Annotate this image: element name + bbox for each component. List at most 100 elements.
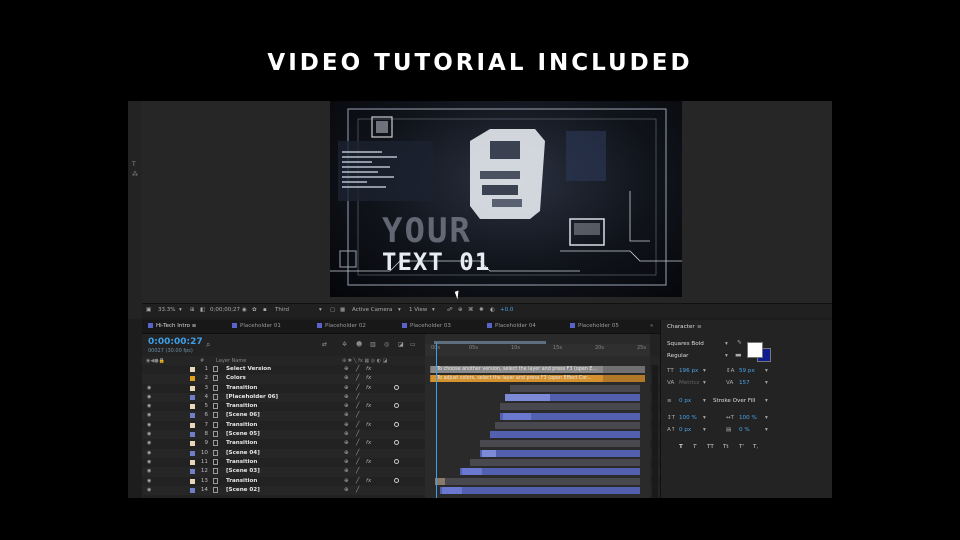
label-color-swatch[interactable]: [190, 487, 195, 493]
chevron-down-icon[interactable]: ▾: [703, 415, 706, 421]
visibility-eye-icon[interactable]: ◉: [147, 478, 152, 484]
label-color-swatch[interactable]: [190, 422, 195, 428]
shy-switch-icon[interactable]: ⊕: [344, 385, 349, 391]
layer-duration-bar[interactable]: [480, 440, 640, 448]
font-family-select[interactable]: Squares Bold: [667, 341, 704, 347]
shy-switch-icon[interactable]: ⊕: [344, 440, 349, 446]
visibility-eye-icon[interactable]: ◉: [147, 422, 152, 428]
timeline-scrollbar[interactable]: [652, 365, 658, 498]
layer-duration-bar[interactable]: [490, 431, 640, 439]
visibility-eye-icon[interactable]: ◉: [147, 385, 152, 391]
layer-name[interactable]: Transition: [226, 385, 257, 391]
quality-switch-icon[interactable]: ╱: [356, 440, 359, 446]
adjustment-layer-icon[interactable]: [394, 477, 399, 483]
chevron-down-icon[interactable]: ▾: [765, 427, 768, 433]
view-layout-select[interactable]: 1 View: [409, 307, 427, 313]
composition-mini-flowchart-icon[interactable]: ⇄: [322, 341, 327, 348]
tab-placeholder-01[interactable]: Placeholder 01: [232, 323, 281, 329]
tsume-value[interactable]: 0 %: [739, 427, 750, 433]
zoom-select[interactable]: 33.3%: [158, 307, 175, 313]
baseline-shift-value[interactable]: 0 px: [679, 427, 691, 433]
quality-switch-icon[interactable]: ╱: [356, 468, 359, 474]
layer-name[interactable]: Colors: [226, 375, 246, 381]
tab-placeholder-05[interactable]: Placeholder 05: [570, 323, 619, 329]
channel-icon[interactable]: ✿: [252, 307, 257, 313]
shy-switch-icon[interactable]: ⊕: [344, 394, 349, 400]
viewer-timecode[interactable]: 0;00;00;27: [210, 307, 240, 313]
horizontal-scale-value[interactable]: 100 %: [739, 415, 757, 421]
graph-icon[interactable]: ▭: [410, 341, 416, 348]
playhead[interactable]: [436, 343, 437, 498]
layer-name[interactable]: [Scene 03]: [226, 468, 260, 474]
layer-duration-bar[interactable]: [480, 449, 640, 457]
safe-area-icon[interactable]: ⊞: [190, 307, 195, 313]
superscript-button[interactable]: T': [739, 444, 744, 450]
font-style-select[interactable]: Regular: [667, 353, 688, 359]
visibility-eye-icon[interactable]: ◉: [147, 394, 152, 400]
layer-name[interactable]: Transition: [226, 459, 257, 465]
fx-switch-icon[interactable]: fx: [366, 375, 371, 381]
shy-switch-icon[interactable]: ⊕: [344, 450, 349, 456]
chevron-down-icon[interactable]: ▾: [765, 380, 768, 386]
visibility-eye-icon[interactable]: ◉: [147, 487, 152, 493]
chevron-down-icon[interactable]: ▾: [703, 368, 706, 374]
quality-switch-icon[interactable]: ╱: [356, 394, 359, 400]
chevron-down-icon[interactable]: ▾: [765, 368, 768, 374]
layer-duration-bar[interactable]: [435, 477, 640, 485]
quality-switch-icon[interactable]: ╱: [356, 385, 359, 391]
chevron-down-icon[interactable]: ▾: [398, 307, 401, 313]
shy-switch-icon[interactable]: ⊕: [344, 478, 349, 484]
fx-switch-icon[interactable]: fx: [366, 422, 371, 428]
resolution-select[interactable]: Third: [275, 307, 289, 313]
shy-layers-icon[interactable]: ☻: [356, 341, 362, 348]
tab-placeholder-04[interactable]: Placeholder 04: [487, 323, 536, 329]
adjustment-layer-icon[interactable]: [394, 440, 399, 446]
label-color-swatch[interactable]: [190, 404, 195, 410]
chevron-down-icon[interactable]: ▾: [432, 307, 435, 313]
faux-italic-button[interactable]: T: [693, 444, 696, 450]
timeline-graph[interactable]: 00s 05s 10s 15s 20s 25s To choose anothe…: [425, 334, 650, 498]
tab-placeholder-02[interactable]: Placeholder 02: [317, 323, 366, 329]
adjustment-layer-icon[interactable]: [394, 458, 399, 464]
layer-duration-bar[interactable]: [495, 421, 640, 429]
layer-duration-highlight[interactable]: [505, 393, 550, 401]
time-ruler[interactable]: 00s 05s 10s 15s 20s 25s: [425, 344, 650, 356]
layer-name[interactable]: [Placeholder 06]: [226, 394, 278, 400]
chevron-down-icon[interactable]: ▾: [765, 415, 768, 421]
quality-switch-icon[interactable]: ╱: [356, 431, 359, 437]
reset-exposure-icon[interactable]: ✺: [479, 307, 484, 313]
puppet-icon[interactable]: ⁂: [132, 171, 138, 178]
vertical-scale-value[interactable]: 100 %: [679, 415, 697, 421]
label-color-swatch[interactable]: [190, 469, 195, 475]
roi-icon[interactable]: ▢: [330, 307, 335, 313]
search-icon[interactable]: ⌕: [206, 340, 210, 350]
composition-viewer[interactable]: YOUR TEXT 01: [142, 101, 832, 303]
flowchart-icon[interactable]: ⊕: [458, 307, 463, 313]
subscript-button[interactable]: T,: [753, 444, 758, 450]
camera-select[interactable]: Active Camera: [352, 307, 392, 313]
chevron-down-icon[interactable]: ▾: [725, 341, 728, 347]
shy-switch-icon[interactable]: ⊕: [344, 468, 349, 474]
shy-switch-icon[interactable]: ⊕: [344, 422, 349, 428]
snapshot-icon[interactable]: ◉: [242, 307, 247, 313]
label-color-swatch[interactable]: [190, 450, 195, 456]
quality-switch-icon[interactable]: ╱: [356, 422, 359, 428]
quality-switch-icon[interactable]: ╱: [356, 478, 359, 484]
frame-blending-icon[interactable]: ▥: [370, 341, 376, 348]
layer-name[interactable]: [Scene 06]: [226, 412, 260, 418]
all-caps-button[interactable]: TT: [707, 444, 714, 450]
shy-switch-icon[interactable]: ⊕: [344, 375, 349, 381]
layer-marker-comment[interactable]: To choose another version, select the la…: [431, 366, 603, 373]
quality-switch-icon[interactable]: ╱: [356, 450, 359, 456]
fill-color-swatch[interactable]: [747, 342, 763, 358]
eyedropper-icon[interactable]: ✎: [737, 340, 742, 346]
adjustment-layer-icon[interactable]: [394, 421, 399, 427]
font-size-value[interactable]: 196 px: [679, 368, 698, 374]
timeline-timecode[interactable]: 0:00:00:27: [148, 337, 203, 347]
layer-duration-bar[interactable]: [500, 403, 640, 411]
quality-switch-icon[interactable]: ╱: [356, 459, 359, 465]
visibility-eye-icon[interactable]: ◉: [147, 450, 152, 456]
chevron-down-icon[interactable]: ▾: [703, 398, 706, 404]
grid-toggle-icon[interactable]: ▣: [146, 307, 151, 313]
exposure-value[interactable]: +0.0: [500, 307, 513, 313]
